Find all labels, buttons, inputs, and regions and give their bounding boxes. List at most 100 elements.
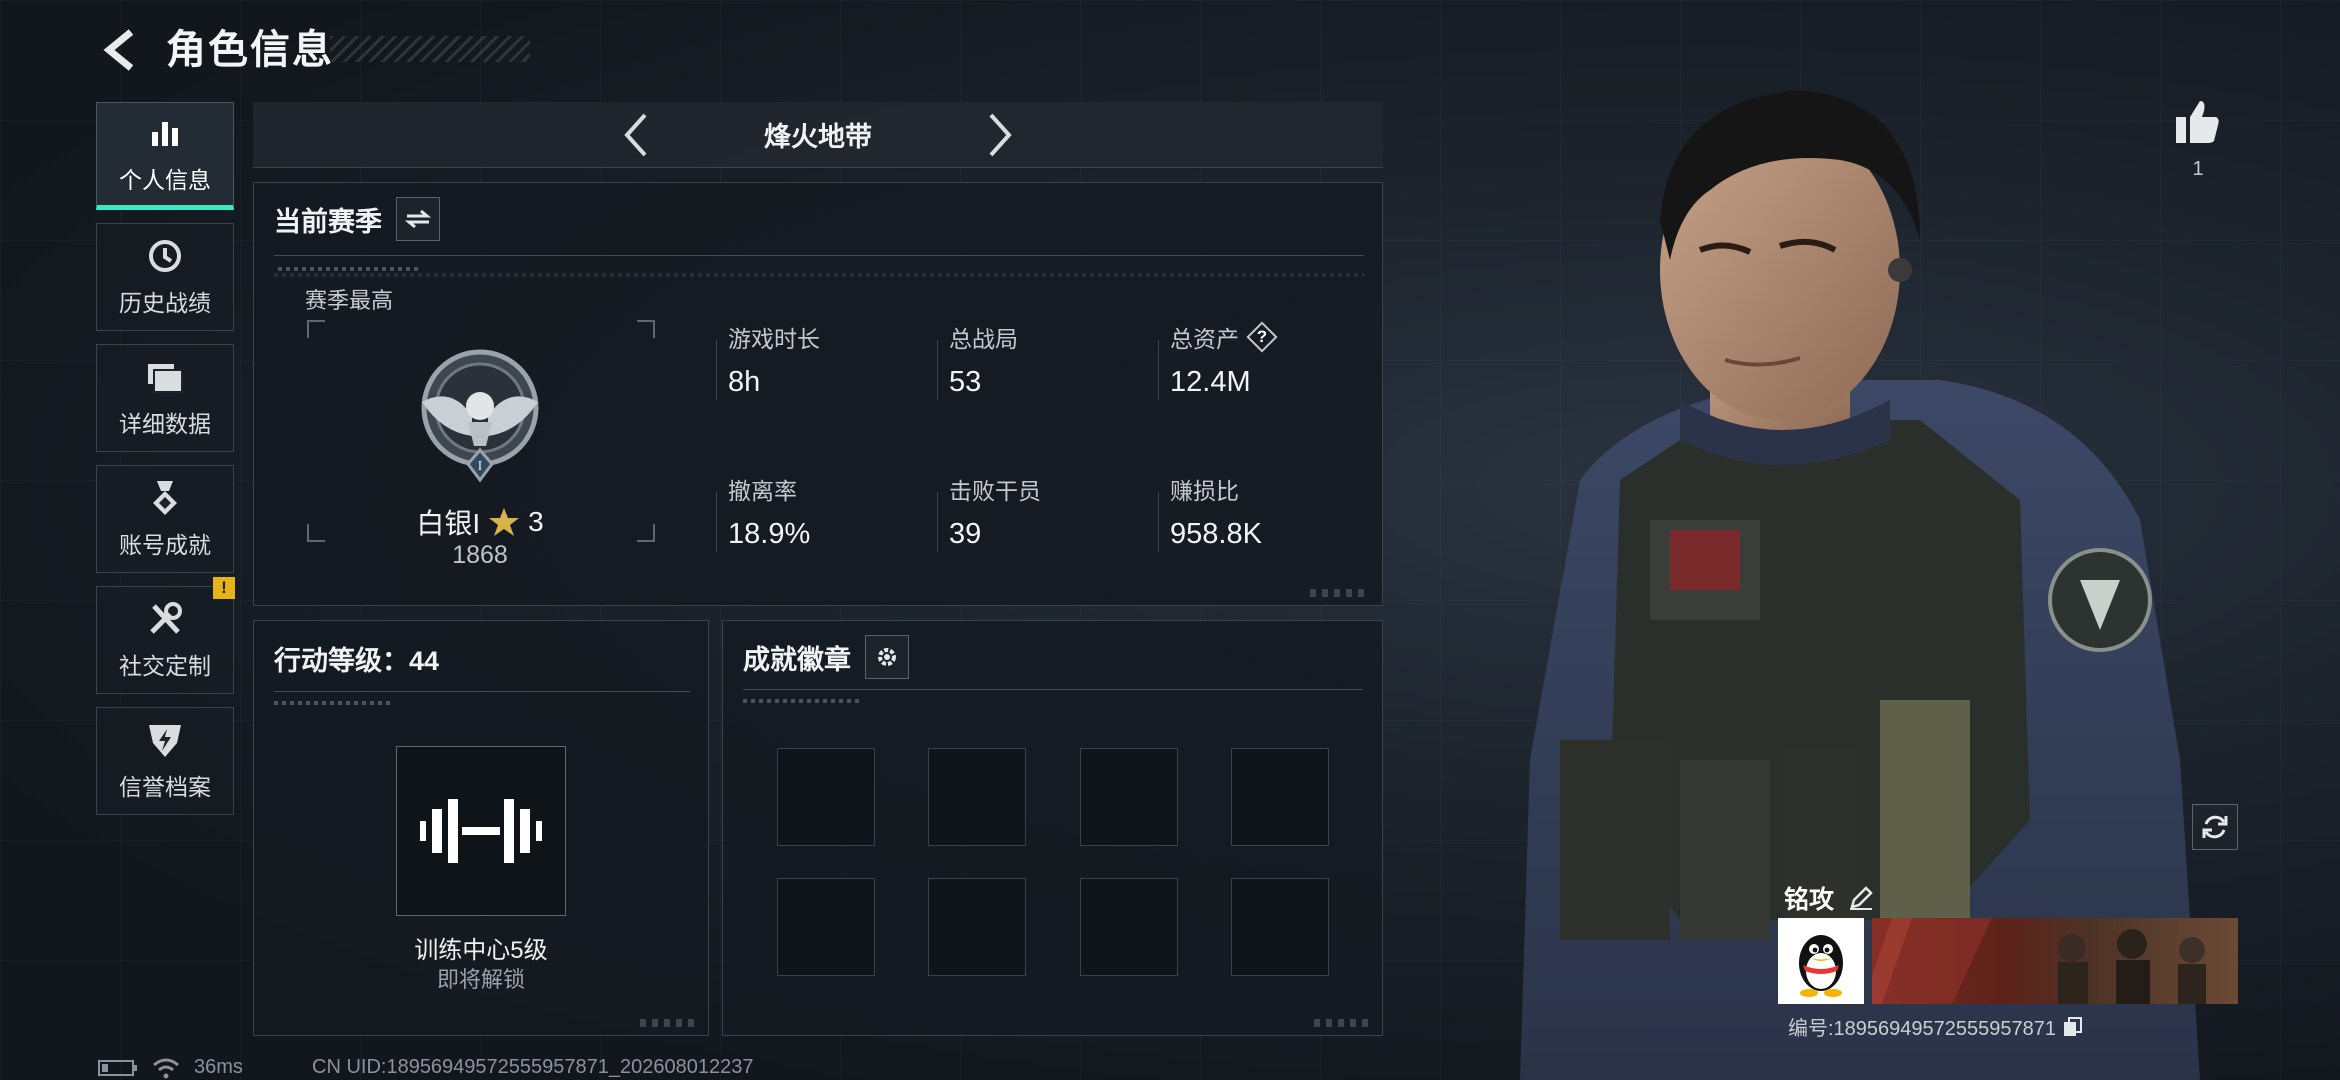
player-name: 铭攻 xyxy=(1784,880,1874,916)
badge-slot[interactable] xyxy=(1080,748,1178,846)
qq-penguin-icon xyxy=(1799,935,1843,997)
player-id-text: 编号:18956949572555957871 xyxy=(1788,1018,2057,1040)
ping-text: 36ms xyxy=(194,1056,243,1078)
stat-label: 赚损比 xyxy=(1170,478,1239,504)
chevron-left-icon xyxy=(624,113,647,157)
page-title: 角色信息 xyxy=(166,28,334,72)
badge-slot[interactable] xyxy=(928,878,1026,976)
sidebar: 个人信息 历史战绩 详细数据 账号成就 ! 社交定制 信誉档案 xyxy=(96,102,235,828)
back-button[interactable] xyxy=(96,22,146,78)
stat-profit-loss-ratio: 赚损比 958.8K xyxy=(1170,472,1370,551)
qq-avatar[interactable] xyxy=(1778,918,1864,1004)
stat-value: 12.4M xyxy=(1170,366,1251,398)
rank-emblem-icon: I xyxy=(421,349,539,483)
star-icon xyxy=(489,508,520,536)
stat-value: 39 xyxy=(949,518,982,550)
rotate-model-button[interactable] xyxy=(2192,804,2238,850)
bar-chart-icon xyxy=(145,113,185,153)
status-bar: 36ms xyxy=(98,1056,243,1079)
svg-text:I: I xyxy=(478,459,483,474)
prev-mode-button[interactable] xyxy=(613,112,659,158)
stat-label: 总战局 xyxy=(949,326,1018,352)
stat-value: 8h xyxy=(728,366,761,398)
thumbs-up-icon xyxy=(2176,101,2219,143)
uid-text: CN UID:18956949572555957871_202608012237 xyxy=(312,1056,754,1078)
divider xyxy=(1158,340,1159,400)
divider xyxy=(274,255,1364,256)
divider xyxy=(743,699,863,703)
season-title: 当前赛季 xyxy=(274,206,382,237)
stat-label: 游戏时长 xyxy=(728,326,820,352)
mode-name: 烽火地带 xyxy=(764,122,872,152)
sidebar-item-personal-info[interactable]: 个人信息 xyxy=(96,102,234,210)
corner-decoration xyxy=(1314,1019,1374,1027)
gear-icon xyxy=(878,648,896,666)
divider xyxy=(716,340,717,400)
sidebar-item-label: 历史战绩 xyxy=(119,290,211,316)
badge-slot[interactable] xyxy=(1231,878,1329,976)
badge-slot[interactable] xyxy=(777,748,875,846)
divider xyxy=(274,273,1364,277)
divider xyxy=(274,691,690,692)
profile-banner[interactable] xyxy=(1872,918,2238,1004)
stat-play-time: 游戏时长 8h xyxy=(728,320,928,399)
divider xyxy=(716,492,717,552)
corner-decoration xyxy=(1310,589,1370,597)
divider xyxy=(278,267,418,271)
wifi-icon xyxy=(153,1058,179,1078)
rank-name: 白银I 3 xyxy=(380,502,580,542)
season-best-label: 赛季最高 xyxy=(305,288,394,313)
action-level-title: 行动等级：44 xyxy=(274,646,440,676)
rank-score: 1868 xyxy=(452,541,508,569)
player-id: 编号:18956949572555957871 xyxy=(1788,1012,2084,1041)
sidebar-item-achievements[interactable]: 账号成就 xyxy=(96,465,234,573)
divider xyxy=(1158,492,1159,552)
dumbbell-icon xyxy=(420,799,542,863)
sidebar-item-label: 详细数据 xyxy=(119,411,211,437)
divider xyxy=(743,689,1363,690)
badge-slot[interactable] xyxy=(928,748,1026,846)
badge-slot[interactable] xyxy=(777,878,875,976)
sidebar-item-reputation[interactable]: 信誉档案 xyxy=(96,707,234,815)
medal-icon xyxy=(145,478,185,518)
stat-operators-defeated: 击败干员 39 xyxy=(949,472,1149,551)
sidebar-item-social-custom[interactable]: ! 社交定制 xyxy=(96,577,235,694)
like-button[interactable] xyxy=(2172,96,2224,148)
switch-season-button[interactable] xyxy=(396,197,440,241)
stat-total-assets: 总资产 ? 12.4M xyxy=(1170,320,1370,399)
banner-art-icon xyxy=(1872,918,2206,1004)
stat-value: 18.9% xyxy=(728,518,811,550)
sidebar-item-label: 账号成就 xyxy=(119,532,211,558)
divider xyxy=(937,340,938,400)
refresh-icon xyxy=(2202,815,2228,839)
copy-icon[interactable] xyxy=(2062,1016,2084,1038)
sidebar-item-label: 个人信息 xyxy=(119,167,211,193)
badge-slot[interactable] xyxy=(1231,748,1329,846)
stat-value: 958.8K xyxy=(1170,518,1262,550)
help-icon[interactable]: ? xyxy=(1249,324,1275,350)
back-arrow-icon xyxy=(103,29,134,71)
corner-decoration xyxy=(640,1019,700,1027)
badge-slot[interactable] xyxy=(1080,878,1178,976)
training-status: 即将解锁 xyxy=(436,967,525,992)
sidebar-item-detailed-data[interactable]: 详细数据 xyxy=(96,344,234,452)
like-count: 1 xyxy=(2192,158,2204,180)
stat-label: 击败干员 xyxy=(949,478,1041,504)
rank-stars: 3 xyxy=(528,506,544,537)
next-mode-button[interactable] xyxy=(977,112,1023,158)
folder-icon xyxy=(145,357,185,397)
sidebar-item-label: 信誉档案 xyxy=(119,774,211,800)
battery-icon xyxy=(98,1059,137,1076)
training-center-tile[interactable] xyxy=(396,746,566,916)
badge-settings-button[interactable] xyxy=(865,635,909,679)
stat-value: 53 xyxy=(949,366,982,398)
stat-label: 撤离率 xyxy=(728,478,797,504)
stat-label: 总资产 xyxy=(1170,326,1239,352)
player-name-text: 铭攻 xyxy=(1784,886,1835,914)
title-decoration xyxy=(330,36,530,62)
sidebar-item-history[interactable]: 历史战绩 xyxy=(96,223,234,331)
tools-icon xyxy=(145,599,185,639)
divider xyxy=(274,701,394,705)
edit-icon[interactable] xyxy=(1848,885,1874,911)
sidebar-item-label: 社交定制 xyxy=(119,653,211,679)
